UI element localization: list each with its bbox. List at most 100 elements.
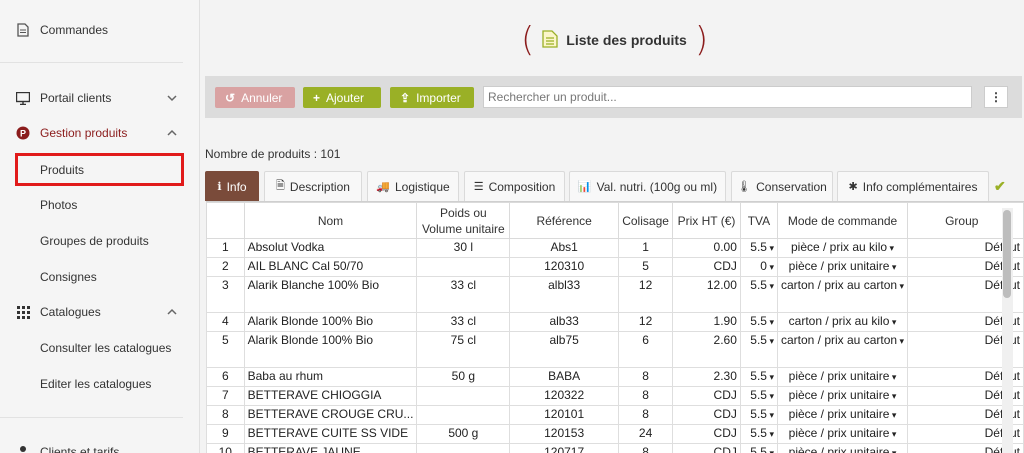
prix-cell[interactable]: CDJ bbox=[672, 424, 741, 444]
column-header-tva[interactable]: TVA bbox=[739, 202, 778, 239]
more-options-icon[interactable]: ⋮ bbox=[984, 86, 1008, 108]
mode-cell[interactable]: pièce / prix unitaire ▾ bbox=[776, 405, 909, 425]
poids-cell[interactable]: 33 cl bbox=[416, 276, 511, 313]
tva-cell[interactable]: 5.5 ▾ bbox=[739, 405, 778, 425]
tva-cell[interactable]: 5.5 ▾ bbox=[739, 424, 778, 444]
reference-cell[interactable]: BABA bbox=[509, 367, 620, 387]
colisage-cell[interactable]: 24 bbox=[618, 424, 674, 444]
reference-cell[interactable]: 120153 bbox=[509, 424, 620, 444]
sidebar-item-groupes[interactable]: Groupes de produits bbox=[0, 229, 200, 253]
prix-cell[interactable]: 12.00 bbox=[672, 276, 741, 313]
tva-cell[interactable]: 5.5 ▾ bbox=[739, 312, 778, 332]
cancel-button[interactable]: ↺ Annuler bbox=[215, 87, 295, 108]
dropdown-caret-icon[interactable]: ▾ bbox=[767, 429, 774, 439]
column-header-mode[interactable]: Mode de commande bbox=[776, 202, 909, 239]
nom-cell[interactable]: Absolut Vodka bbox=[243, 238, 418, 258]
tab-val-nutri[interactable]: 📊 Val. nutri. (100g ou ml) bbox=[569, 171, 726, 201]
mode-cell[interactable]: pièce / prix au kilo ▾ bbox=[776, 238, 909, 258]
add-button[interactable]: + Ajouter bbox=[303, 87, 381, 108]
reference-cell[interactable]: alb33 bbox=[509, 312, 620, 332]
dropdown-caret-icon[interactable]: ▾ bbox=[767, 410, 774, 420]
dropdown-caret-icon[interactable]: ▾ bbox=[889, 262, 897, 272]
dropdown-caret-icon[interactable]: ▾ bbox=[889, 410, 897, 420]
nom-cell[interactable]: Alarik Blonde 100% Bio bbox=[243, 312, 418, 332]
colisage-cell[interactable]: 8 bbox=[618, 405, 674, 425]
tab-logistique[interactable]: 🚚 Logistique bbox=[367, 171, 459, 201]
reference-cell[interactable]: 120310 bbox=[509, 257, 620, 277]
prix-cell[interactable]: 0.00 bbox=[672, 238, 741, 258]
reference-cell[interactable]: 120101 bbox=[509, 405, 620, 425]
mode-cell[interactable]: carton / prix au kilo ▾ bbox=[776, 312, 909, 332]
tva-cell[interactable]: 5.5 ▾ bbox=[739, 276, 778, 313]
tab-info[interactable]: ℹ Info bbox=[205, 171, 259, 201]
colisage-cell[interactable]: 5 bbox=[618, 257, 674, 277]
dropdown-caret-icon[interactable]: ▾ bbox=[767, 372, 774, 382]
table-row[interactable]: 6 Baba au rhum 50 g BABA 8 2.30 5.5 ▾ pièce / p… bbox=[206, 367, 1024, 387]
dropdown-caret-icon[interactable]: ▾ bbox=[889, 372, 897, 382]
tab-info-complementaires[interactable]: ✱ Info complémentaires bbox=[837, 171, 989, 201]
tab-description[interactable]: 🗎 Description bbox=[264, 171, 362, 201]
colisage-cell[interactable]: 6 bbox=[618, 331, 674, 368]
nom-cell[interactable]: Alarik Blonde 100% Bio bbox=[243, 331, 418, 368]
prix-cell[interactable]: CDJ bbox=[672, 443, 741, 453]
mode-cell[interactable]: carton / prix au carton ▾ bbox=[776, 276, 909, 313]
table-scrollbar[interactable] bbox=[1002, 208, 1013, 453]
tva-cell[interactable]: 5.5 ▾ bbox=[739, 331, 778, 368]
colisage-cell[interactable]: 8 bbox=[618, 367, 674, 387]
sidebar-item-photos[interactable]: Photos bbox=[0, 193, 200, 217]
poids-cell[interactable] bbox=[416, 405, 511, 425]
table-row[interactable]: 3 Alarik Blanche 100% Bio 33 cl albl33 12 12.… bbox=[206, 276, 1024, 313]
table-row[interactable]: 5 Alarik Blonde 100% Bio 75 cl alb75 6 2.60 5.… bbox=[206, 331, 1024, 368]
mode-cell[interactable]: pièce / prix unitaire ▾ bbox=[776, 386, 909, 406]
reference-cell[interactable]: alb75 bbox=[509, 331, 620, 368]
sidebar-item-consulter-catalogues[interactable]: Consulter les catalogues bbox=[0, 336, 200, 360]
prix-cell[interactable]: CDJ bbox=[672, 405, 741, 425]
sidebar-item-gestion-produits[interactable]: P Gestion produits bbox=[0, 121, 200, 145]
table-row[interactable]: 8 BETTERAVE CROUGE CRU... 120101 8 CDJ 5.5 ▾ p… bbox=[206, 405, 1024, 425]
prix-cell[interactable]: CDJ bbox=[672, 257, 741, 277]
mode-cell[interactable]: pièce / prix unitaire ▾ bbox=[776, 424, 909, 444]
colisage-cell[interactable]: 8 bbox=[618, 386, 674, 406]
colisage-cell[interactable]: 8 bbox=[618, 443, 674, 453]
mode-cell[interactable]: pièce / prix unitaire ▾ bbox=[776, 443, 909, 453]
sidebar-item-catalogues[interactable]: Catalogues bbox=[0, 300, 200, 324]
prix-cell[interactable]: 2.30 bbox=[672, 367, 741, 387]
search-input[interactable]: Rechercher un produit... bbox=[483, 86, 972, 108]
dropdown-caret-icon[interactable]: ▾ bbox=[887, 243, 895, 253]
dropdown-caret-icon[interactable]: ▾ bbox=[767, 243, 774, 253]
mode-cell[interactable]: carton / prix au carton ▾ bbox=[776, 331, 909, 368]
reference-cell[interactable]: 120322 bbox=[509, 386, 620, 406]
prix-cell[interactable]: 1.90 bbox=[672, 312, 741, 332]
reference-cell[interactable]: 120717 bbox=[509, 443, 620, 453]
dropdown-caret-icon[interactable]: ▾ bbox=[767, 448, 774, 453]
nom-cell[interactable]: BETTERAVE CHIOGGIA bbox=[243, 386, 418, 406]
nom-cell[interactable]: Baba au rhum bbox=[243, 367, 418, 387]
tva-cell[interactable]: 0 ▾ bbox=[739, 257, 778, 277]
tva-cell[interactable]: 5.5 ▾ bbox=[739, 238, 778, 258]
column-header-prix[interactable]: Prix HT (€) bbox=[672, 202, 741, 239]
prix-cell[interactable]: CDJ bbox=[672, 386, 741, 406]
prix-cell[interactable]: 2.60 bbox=[672, 331, 741, 368]
dropdown-caret-icon[interactable]: ▾ bbox=[767, 281, 774, 291]
reference-cell[interactable]: albl33 bbox=[509, 276, 620, 313]
sidebar-item-clients[interactable]: Clients et tarifs bbox=[0, 440, 200, 453]
poids-cell[interactable] bbox=[416, 257, 511, 277]
scrollbar-thumb[interactable] bbox=[1003, 210, 1011, 298]
poids-cell[interactable]: 30 l bbox=[416, 238, 511, 258]
poids-cell[interactable]: 75 cl bbox=[416, 331, 511, 368]
dropdown-caret-icon[interactable]: ▾ bbox=[767, 262, 774, 272]
sidebar-item-consignes[interactable]: Consignes bbox=[0, 265, 200, 289]
table-row[interactable]: 2 AIL BLANC Cal 50/70 120310 5 CDJ 0 ▾ pièce /… bbox=[206, 257, 1024, 277]
poids-cell[interactable]: 50 g bbox=[416, 367, 511, 387]
poids-cell[interactable] bbox=[416, 386, 511, 406]
poids-cell[interactable]: 500 g bbox=[416, 424, 511, 444]
poids-cell[interactable] bbox=[416, 443, 511, 453]
column-header-poids[interactable]: Poids ou Volume unitaire bbox=[416, 202, 511, 239]
sidebar-item-editer-catalogues[interactable]: Editer les catalogues bbox=[0, 372, 200, 396]
column-header-colisage[interactable]: Colisage bbox=[618, 202, 674, 239]
dropdown-caret-icon[interactable]: ▾ bbox=[889, 391, 897, 401]
table-row[interactable]: 4 Alarik Blonde 100% Bio 33 cl alb33 12 1.90 5… bbox=[206, 312, 1024, 332]
dropdown-caret-icon[interactable]: ▾ bbox=[767, 317, 774, 327]
dropdown-caret-icon[interactable]: ▾ bbox=[767, 336, 774, 346]
tva-cell[interactable]: 5.5 ▾ bbox=[739, 367, 778, 387]
